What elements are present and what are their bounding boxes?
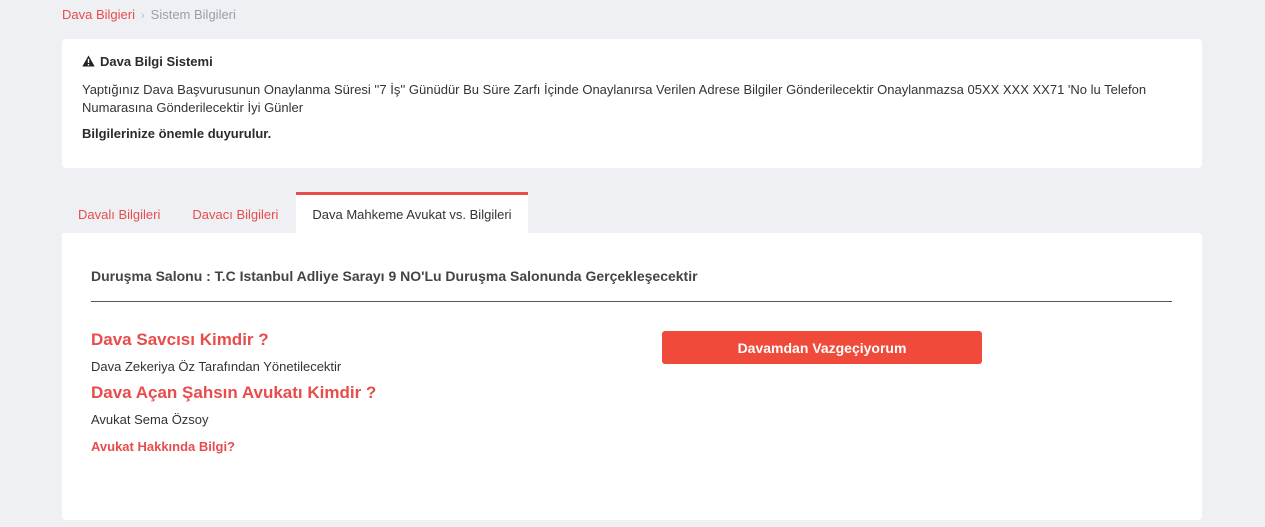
case-info-column: Dava Savcısı Kimdir ? Dava Zekeriya Öz T… bbox=[91, 329, 611, 454]
alert-title: Dava Bilgi Sistemi bbox=[100, 53, 213, 69]
info-alert-card: Dava Bilgi Sistemi Yaptığınız Dava Başvu… bbox=[62, 39, 1202, 168]
tab-plaintiff-info[interactable]: Davacı Bilgileri bbox=[176, 192, 294, 233]
prosecutor-heading: Dava Savcısı Kimdir ? bbox=[91, 330, 269, 349]
withdraw-case-button[interactable]: Davamdan Vazgeçiyorum bbox=[662, 331, 982, 364]
section-divider bbox=[91, 301, 1172, 302]
hearing-room-text: Duruşma Salonu : T.C Istanbul Adliye Sar… bbox=[91, 268, 698, 284]
alert-footer: Bilgilerinize önemle duyurulur. bbox=[82, 126, 272, 141]
lawyer-answer: Avukat Sema Özsoy bbox=[91, 412, 209, 427]
case-details-panel: Duruşma Salonu : T.C Istanbul Adliye Sar… bbox=[62, 233, 1202, 520]
breadcrumb-current: Sistem Bilgileri bbox=[150, 7, 236, 22]
tab-bar: Davalı Bilgileri Davacı Bilgileri Dava M… bbox=[62, 192, 528, 233]
alert-message: Yaptığınız Dava Başvurusunun Onaylanma S… bbox=[82, 82, 1147, 115]
breadcrumb: Dava Bilgieri › Sistem Bilgileri bbox=[62, 7, 236, 24]
tab-case-court-lawyer-info[interactable]: Dava Mahkeme Avukat vs. Bilgileri bbox=[296, 192, 528, 233]
breadcrumb-separator: › bbox=[140, 10, 145, 22]
lawyer-info-link[interactable]: Avukat Hakkında Bilgi? bbox=[91, 439, 611, 454]
lawyer-heading: Dava Açan Şahsın Avukatı Kimdir ? bbox=[91, 383, 377, 402]
tab-defendant-info[interactable]: Davalı Bilgileri bbox=[62, 192, 176, 233]
breadcrumb-root-link[interactable]: Dava Bilgieri bbox=[62, 7, 135, 22]
prosecutor-answer: Dava Zekeriya Öz Tarafından Yönetilecekt… bbox=[91, 359, 342, 374]
alert-title-row: Dava Bilgi Sistemi bbox=[82, 53, 1182, 69]
warning-icon bbox=[82, 55, 95, 67]
